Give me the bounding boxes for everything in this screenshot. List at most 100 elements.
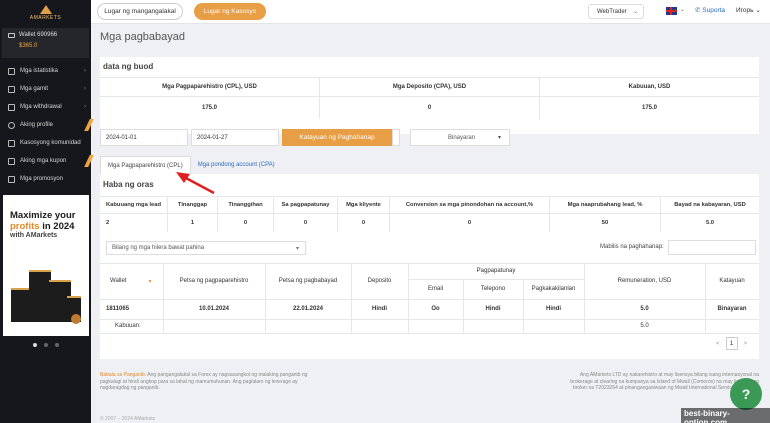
row-email: Oo [431,306,440,312]
sidebar-item-label: Mga withdrawal [20,104,62,110]
summary-header-cpl: Mga Pagpaparehistro (CPL), USD [100,78,320,96]
chevron-down-icon: ▾ [295,245,299,252]
col-pay-date[interactable]: Petsa ng pagbabayad [265,263,351,299]
sidebar-item-label: Aking profile [20,122,54,128]
help-chat-button[interactable]: ? [730,378,762,410]
support-link[interactable]: ✆ Suporta [695,6,725,14]
period-value: 0 [274,214,338,232]
coupon-icon [8,157,15,165]
risk-warning-label: Babala sa Panganib: [100,372,147,378]
withdraw-icon [8,103,15,111]
tools-icon [8,85,15,93]
webtrader-label: WebTrader [597,8,627,15]
webtrader-dropdown[interactable]: WebTrader ⌄ [588,4,644,19]
col-wallet[interactable]: Wallet ▾ [100,263,163,299]
logo[interactable]: AMARKETS [0,0,91,26]
date-from-input[interactable]: 2024-01-01 [100,129,188,146]
period-header: Mga naaprubahang lead, % [550,197,661,213]
sort-icon: ▾ [148,278,152,285]
wallet-balance: $365.0 [19,43,38,49]
page-1-button[interactable]: 1 [725,337,738,350]
row-status: Binayaran [717,306,747,312]
user-name: Игорь [736,7,754,14]
status-select-value: Binayaran [448,134,476,141]
promo-line-2-highlight: profits [10,221,40,232]
promo-banner[interactable]: Maximize your profits in 2024 with AMark… [3,195,89,336]
chevron-down-icon[interactable]: ⌄ [680,6,685,13]
carousel-dot[interactable] [54,343,59,347]
row-identity: Hindi [546,306,561,312]
question-icon: ? [741,386,751,402]
summary-header-row: Mga Pagpaparehistro (CPL), USD Mga Depos… [100,77,759,97]
promo-line-3: with AMarkets [10,232,58,239]
total-value: 5.0 [640,323,649,329]
period-header: Kabuuang mga lead [100,197,168,213]
period-value: 0 [390,214,550,232]
top-bar: Lugar ng mangangalakal Lugar ng Kasosyo … [91,0,770,24]
sidebar-item-withdrawals[interactable]: Mga withdrawal › [0,98,91,116]
user-icon [8,121,15,129]
tab-cpa[interactable]: Mga pondong account (CPA) [191,156,282,174]
row-deposit: Hindi [372,306,387,312]
chevron-right-icon: › [84,68,86,74]
support-label: Suporta [702,7,726,14]
total-label: Kabuuan: [115,323,141,329]
col-verification: Pagpapatunay [476,268,516,274]
next-page-button[interactable]: > [744,341,748,347]
period-value: 5.0 [705,220,715,226]
status-toggle[interactable] [392,129,400,146]
summary-header-total: Kabuuan, USD [628,84,671,90]
user-menu[interactable]: Игорь ⌄ [736,6,761,14]
rows-per-page-select[interactable]: Bilang ng mga hilera bawat pahina ▾ [106,241,306,255]
col-identity[interactable]: Pagkakakilanlan [523,279,584,299]
prev-page-button[interactable]: < [716,341,720,347]
period-header-row: Kabuuang mga lead Tinanggap Tinanggihan … [100,196,759,214]
carousel-dot[interactable] [43,343,48,347]
col-email[interactable]: Email [408,279,463,299]
col-wallet-label: Wallet [110,278,127,284]
wallet-card[interactable]: Wallet 690966 $365.0 [2,28,89,58]
chevron-right-icon: › [84,86,86,92]
uk-flag-icon[interactable] [666,7,677,15]
sidebar: AMARKETS Wallet 690966 $365.0 Mga istati… [0,0,94,423]
period-header: Tinanggihan [218,197,274,213]
copyright: © 2007 – 2024 AMarkets [100,416,156,422]
community-icon [8,139,15,147]
status-select[interactable]: Binayaran ▾ [410,129,510,146]
period-header: Bayad na kabayaran, USD [674,202,746,208]
risk-warning: Babala sa Panganib: Ang pangangalakal sa… [100,372,310,392]
sidebar-item-label: Kasosyong komunidad [20,140,81,146]
search-status-button[interactable]: Katayuan ng Paghahanap [282,129,392,146]
summary-value-cpa: 0 [320,97,540,119]
main-content: Mga pagbabayad data ng buod Mga Pagpapar… [91,24,770,423]
sidebar-item-community[interactable]: Kasosyong komunidad [0,134,91,152]
col-status[interactable]: Katayuan [705,263,759,299]
row-pay-date: 22.01.2024 [292,306,324,312]
payments-detail-card: Bilang ng mga hilera bawat pahina ▾ Mabi… [100,235,759,359]
row-phone: Hindi [485,306,501,312]
carousel-dot[interactable] [32,343,37,347]
sidebar-menu: Mga istatistika › Mga gamit › Mga withdr… [0,62,94,188]
date-to-input[interactable]: 2024-01-27 [191,129,279,146]
summary-value-row: 175.0 0 175.0 [100,97,759,119]
quick-search-input[interactable] [668,240,756,255]
col-phone[interactable]: Telepono [463,279,523,299]
sidebar-item-promotions[interactable]: Mga promosyon [0,170,91,188]
sidebar-item-profile[interactable]: Aking profile [0,116,94,134]
col-reg-date[interactable]: Petsa ng pagpaparehistro [163,263,265,299]
tab-cpl[interactable]: Mga Pagpaparehistro (CPL) [100,156,191,174]
col-remuneration[interactable]: Remuneration, USD [584,263,705,299]
sidebar-item-statistics[interactable]: Mga istatistika › [0,62,91,80]
carousel-dots [0,343,91,347]
partner-area-tab[interactable]: Lugar ng Kasosyo [194,3,266,20]
chevron-down-icon: ⌄ [632,9,638,15]
row-remuneration: 5.0 [640,306,649,312]
watermark: best-binary-option.com [681,408,770,423]
page-title: Mga pagbabayad [100,31,186,43]
sidebar-item-tools[interactable]: Mga gamit › [0,80,91,98]
sidebar-item-label: Mga gamit [20,86,49,92]
col-deposit[interactable]: Deposito [351,263,408,299]
sidebar-item-coupons[interactable]: Aking mga kupon [0,152,94,170]
chart-icon [8,67,15,75]
trader-area-tab[interactable]: Lugar ng mangangalakal [97,3,183,20]
